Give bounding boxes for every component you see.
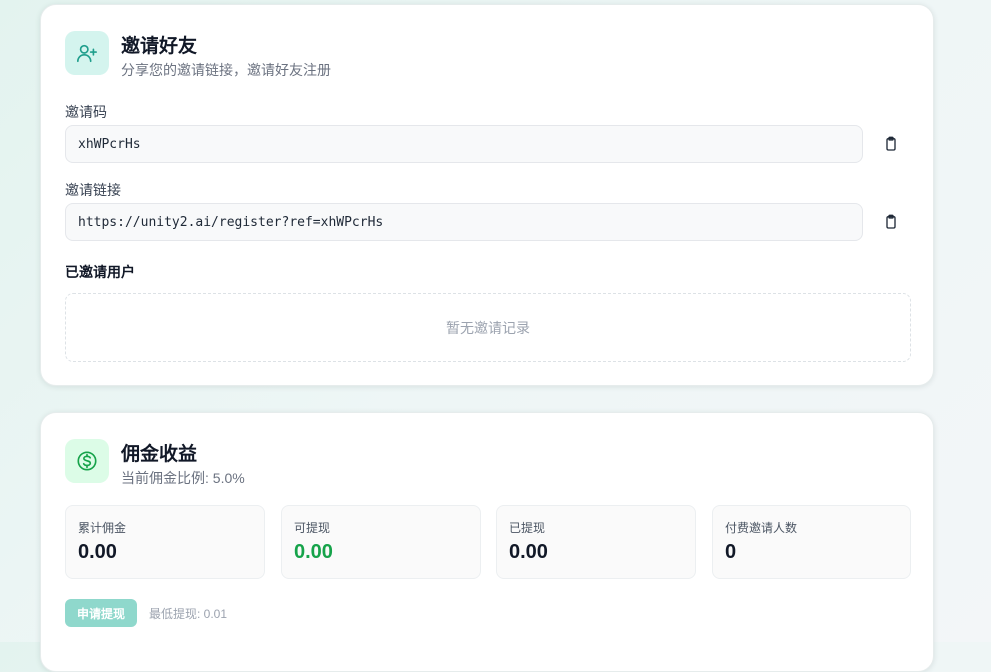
dollar-circle-icon	[65, 439, 109, 483]
invite-card: 邀请好友 分享您的邀请链接，邀请好友注册 邀请码 xhWPcrHs 邀请链接 h…	[40, 4, 934, 386]
stat-withdrawn: 已提现 0.00	[496, 505, 696, 579]
invite-code-label: 邀请码	[65, 104, 107, 120]
invite-code-field[interactable]: xhWPcrHs	[65, 125, 863, 163]
clipboard-icon	[886, 214, 896, 229]
invite-link-field[interactable]: https://unity2.ai/register?ref=xhWPcrHs	[65, 203, 863, 241]
commission-title: 佣金收益	[121, 444, 198, 465]
stat-value: 0.00	[78, 541, 117, 563]
stat-value: 0.00	[509, 541, 548, 563]
clipboard-icon	[886, 136, 896, 151]
copy-link-button[interactable]	[879, 210, 903, 234]
stat-value: 0	[725, 541, 737, 563]
stat-label: 已提现	[509, 521, 546, 535]
copy-code-button[interactable]	[879, 132, 903, 156]
invited-users-empty: 暂无邀请记录	[65, 293, 911, 362]
min-withdraw-text: 最低提现: 0.01	[149, 607, 228, 621]
invite-title: 邀请好友	[121, 36, 198, 57]
stat-value: 0.00	[294, 541, 333, 563]
user-plus-icon	[65, 31, 109, 75]
stat-label: 累计佣金	[78, 521, 127, 535]
commission-subtitle: 当前佣金比例: 5.0%	[121, 470, 245, 486]
stat-withdrawable: 可提现 0.00	[281, 505, 481, 579]
stat-label: 可提现	[294, 521, 331, 535]
stat-paid-invitees: 付费邀请人数 0	[712, 505, 911, 579]
stat-label: 付费邀请人数	[725, 521, 798, 535]
invite-link-label: 邀请链接	[65, 182, 121, 198]
commission-card: 佣金收益 当前佣金比例: 5.0% 累计佣金 0.00 可提现 0.00 已提现…	[40, 412, 934, 672]
withdraw-button[interactable]: 申请提现	[65, 599, 137, 627]
empty-text: 暂无邀请记录	[446, 319, 530, 336]
invite-subtitle: 分享您的邀请链接，邀请好友注册	[121, 62, 331, 78]
invited-users-title: 已邀请用户	[65, 264, 135, 280]
stat-total-commission: 累计佣金 0.00	[65, 505, 265, 579]
